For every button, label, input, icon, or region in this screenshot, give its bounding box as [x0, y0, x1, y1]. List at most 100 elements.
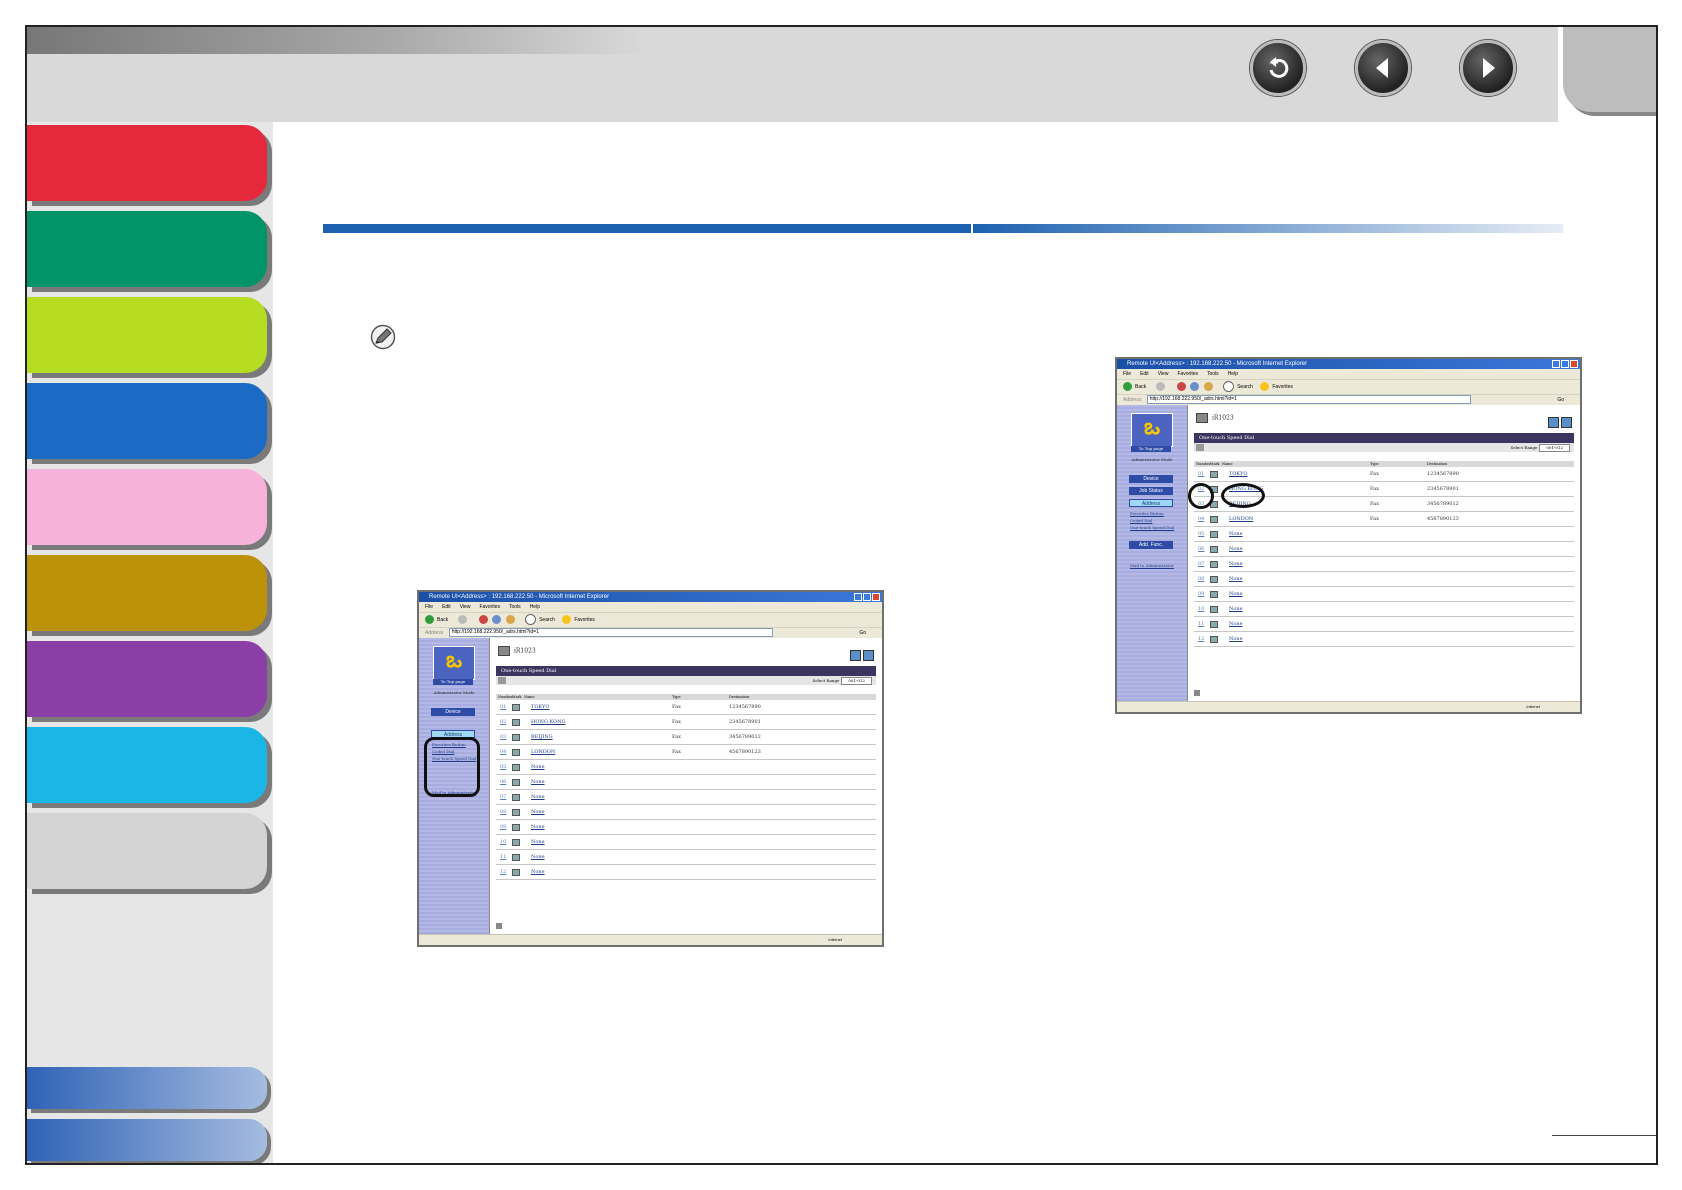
row-number-link[interactable]: 05: [1198, 527, 1204, 541]
row-name-link[interactable]: None: [1229, 527, 1243, 541]
sidebar-tab-9[interactable]: [27, 813, 267, 889]
back-icon[interactable]: [1123, 382, 1132, 392]
row-name-link[interactable]: None: [1229, 587, 1243, 601]
row-number-link[interactable]: 01: [500, 700, 506, 714]
remote-ui-logo-icon[interactable]: ఒ: [433, 646, 475, 680]
select-range-dropdown[interactable]: 001-012: [1539, 444, 1570, 452]
stop-icon[interactable]: [478, 615, 488, 625]
menu-favorites[interactable]: Favorites: [1177, 371, 1198, 377]
row-number-link[interactable]: 10: [500, 835, 506, 849]
return-arrow-icon[interactable]: [1250, 40, 1306, 96]
row-number-link[interactable]: 09: [500, 820, 506, 834]
search-icon[interactable]: [525, 614, 537, 626]
refresh-icon[interactable]: [492, 615, 502, 625]
forward-icon[interactable]: [457, 615, 467, 625]
home-icon[interactable]: [505, 615, 515, 625]
address-button[interactable]: Address: [1129, 499, 1173, 507]
stop-icon[interactable]: [1176, 382, 1186, 392]
row-name-link[interactable]: None: [531, 835, 545, 849]
one-touch-speed-dial-link[interactable]: One-touch Speed Dial: [1130, 525, 1174, 530]
help-icon[interactable]: [1561, 417, 1572, 428]
job-status-button[interactable]: Job Status: [1129, 487, 1173, 495]
menu-tools[interactable]: Tools: [509, 604, 521, 610]
back-icon[interactable]: [425, 615, 434, 625]
menu-help[interactable]: Help: [1228, 371, 1238, 377]
maximize-icon[interactable]: [863, 593, 871, 601]
row-number-link[interactable]: 08: [1198, 572, 1204, 586]
menu-tools[interactable]: Tools: [1207, 371, 1219, 377]
help-icon[interactable]: [863, 650, 874, 661]
favorites-icon[interactable]: [562, 615, 572, 625]
address-input[interactable]: http://192.168.222.950/_adrs.html?id=1: [1146, 395, 1471, 405]
row-number-link[interactable]: 10: [1198, 602, 1204, 616]
forward-icon[interactable]: [1155, 382, 1165, 392]
row-number-link[interactable]: 12: [1198, 632, 1204, 646]
row-name-link[interactable]: None: [1229, 557, 1243, 571]
remote-ui-logo-icon[interactable]: ఒ: [1131, 413, 1173, 447]
sidebar-tab-6[interactable]: [27, 555, 267, 631]
close-icon[interactable]: [1570, 360, 1578, 368]
device-button[interactable]: Device: [1129, 475, 1173, 483]
mail-to-administrator-link[interactable]: Mail to Administrator: [1130, 563, 1174, 568]
row-number-link[interactable]: 06: [500, 775, 506, 789]
row-name-link[interactable]: LONDON: [1229, 512, 1253, 526]
next-page-icon[interactable]: [1460, 40, 1516, 96]
row-number-link[interactable]: 03: [500, 730, 506, 744]
row-name-link[interactable]: None: [531, 865, 545, 879]
delete-icon[interactable]: [1196, 444, 1204, 451]
back-button[interactable]: Back: [1135, 384, 1146, 390]
row-name-link[interactable]: None: [1229, 617, 1243, 631]
menu-file[interactable]: File: [425, 604, 433, 610]
sidebar-tab-7[interactable]: [27, 641, 267, 717]
corner-tab[interactable]: [1563, 27, 1656, 112]
favorites-icon[interactable]: [1260, 382, 1270, 392]
to-top-page-link[interactable]: To Top page: [433, 679, 473, 685]
row-name-link[interactable]: None: [531, 850, 545, 864]
go-button[interactable]: Go: [859, 628, 866, 638]
home-icon[interactable]: [1203, 382, 1213, 392]
row-number-link[interactable]: 07: [1198, 557, 1204, 571]
page-top-icon[interactable]: [496, 923, 502, 929]
row-name-link[interactable]: HONG KONG: [531, 715, 566, 729]
row-name-link[interactable]: None: [531, 790, 545, 804]
sidebar-tab-1[interactable]: [27, 125, 267, 201]
row-name-link[interactable]: None: [531, 760, 545, 774]
search-icon[interactable]: [1223, 381, 1235, 393]
row-name-link[interactable]: None: [1229, 632, 1243, 646]
favorites-button[interactable]: Favorites: [1272, 384, 1293, 390]
sidebar-tab-3[interactable]: [27, 297, 267, 373]
menu-view[interactable]: View: [460, 604, 471, 610]
row-name-link[interactable]: None: [1229, 572, 1243, 586]
row-number-link[interactable]: 06: [1198, 542, 1204, 556]
address-input[interactable]: http://192.168.222.950/_adrs.html?id=1: [448, 628, 773, 638]
menu-favorites[interactable]: Favorites: [479, 604, 500, 610]
close-icon[interactable]: [872, 593, 880, 601]
sidebar-tab-2[interactable]: [27, 211, 267, 287]
menu-edit[interactable]: Edit: [1140, 371, 1149, 377]
coded-dial-link[interactable]: Coded Dial: [1130, 518, 1152, 523]
row-number-link[interactable]: 12: [500, 865, 506, 879]
device-button[interactable]: Device: [431, 708, 475, 716]
go-button[interactable]: Go: [1557, 395, 1564, 405]
sidebar-tab-4[interactable]: [27, 383, 267, 459]
row-name-link[interactable]: TOKYO: [1229, 467, 1247, 481]
row-name-link[interactable]: LONDON: [531, 745, 555, 759]
row-number-link[interactable]: 02: [500, 715, 506, 729]
delete-icon[interactable]: [498, 677, 506, 684]
menu-file[interactable]: File: [1123, 371, 1131, 377]
row-number-link[interactable]: 11: [500, 850, 506, 864]
row-number-link[interactable]: 11: [1198, 617, 1204, 631]
row-name-link[interactable]: TOKYO: [531, 700, 549, 714]
refresh-icon[interactable]: [1190, 382, 1200, 392]
refresh-page-icon[interactable]: [1548, 417, 1559, 428]
row-name-link[interactable]: None: [1229, 542, 1243, 556]
minimize-icon[interactable]: [1552, 360, 1560, 368]
row-number-link[interactable]: 04: [1198, 512, 1204, 526]
search-button[interactable]: Search: [1237, 384, 1253, 390]
add-func-button[interactable]: Add. Func.: [1129, 541, 1173, 549]
search-button[interactable]: Search: [539, 617, 555, 623]
row-number-link[interactable]: 01: [1198, 467, 1204, 481]
menu-view[interactable]: View: [1158, 371, 1169, 377]
row-name-link[interactable]: None: [1229, 602, 1243, 616]
menu-help[interactable]: Help: [530, 604, 540, 610]
